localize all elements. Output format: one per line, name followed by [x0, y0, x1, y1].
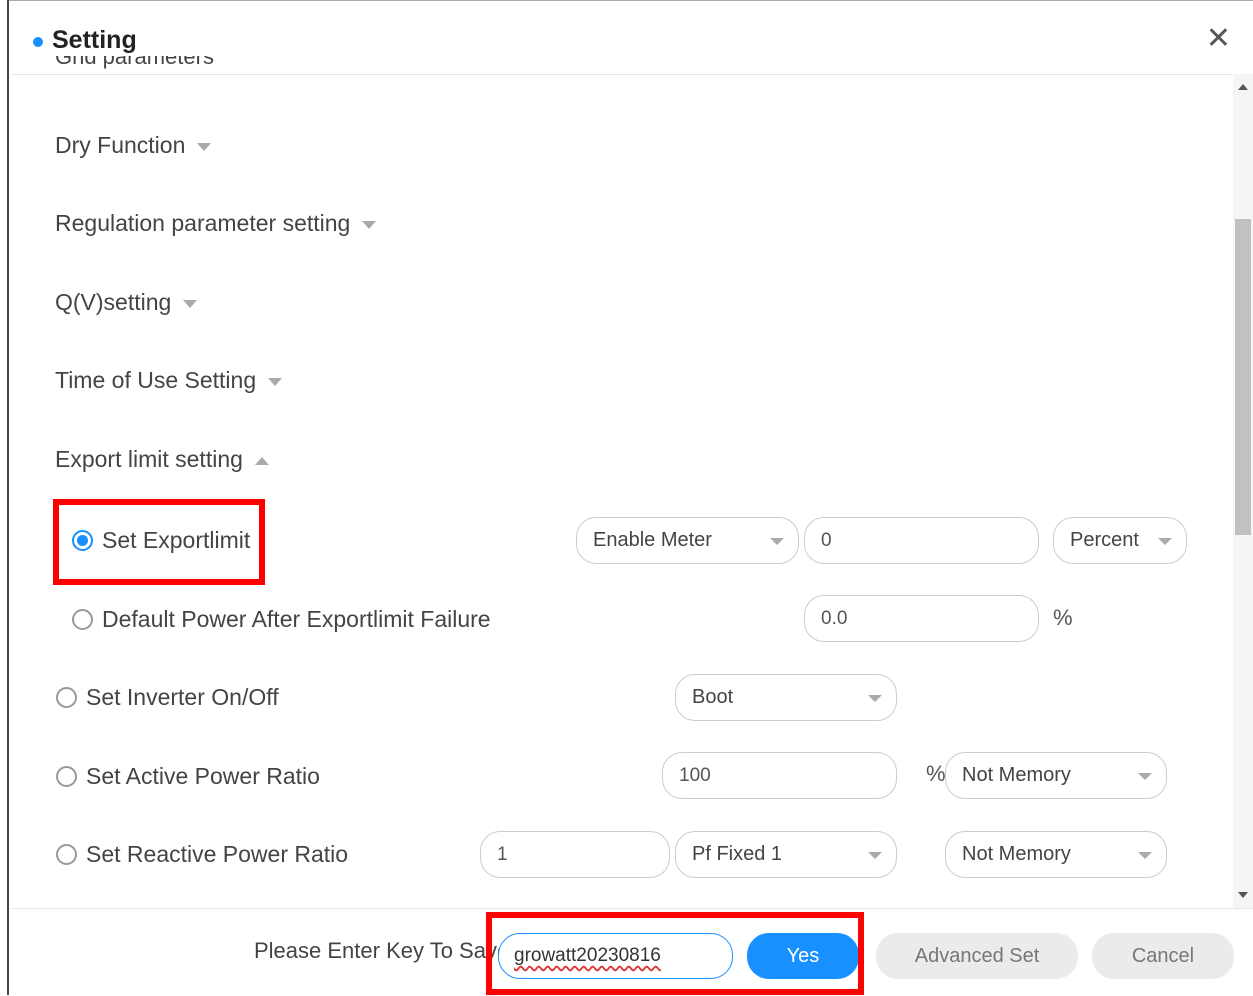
radio-label: Set Inverter On/Off	[86, 684, 279, 710]
cancel-button[interactable]: Cancel	[1092, 933, 1234, 979]
radio-label: Set Active Power Ratio	[86, 763, 320, 789]
chevron-down-icon	[770, 537, 784, 545]
radio-label: Set Reactive Power Ratio	[86, 841, 349, 867]
chevron-down-icon	[1138, 772, 1152, 780]
scroll-down-icon[interactable]	[1238, 892, 1248, 898]
section-label: Time of Use Setting	[55, 367, 257, 393]
meter-select[interactable]: Enable Meter	[576, 517, 799, 564]
section-dry-function[interactable]: Dry Function	[55, 132, 212, 159]
radio-set-exportlimit[interactable]: Set Exportlimit	[72, 527, 250, 554]
section-label: Export limit setting	[55, 446, 243, 472]
vertical-scrollbar[interactable]	[1233, 74, 1253, 908]
active-power-input[interactable]: 100	[662, 752, 897, 799]
section-regulation-parameter[interactable]: Regulation parameter setting	[55, 210, 377, 237]
percent-unit: %	[1053, 605, 1073, 630]
exportlimit-value: 0	[821, 529, 832, 551]
reactive-mode-select[interactable]: Pf Fixed 1	[675, 831, 897, 878]
dialog-title: Setting	[52, 26, 137, 54]
unit-select-value: Percent	[1070, 529, 1139, 551]
radio-button[interactable]	[56, 687, 77, 708]
advanced-set-button[interactable]: Advanced Set	[876, 933, 1078, 979]
reactive-mode-value: Pf Fixed 1	[692, 843, 783, 865]
radio-set-inverter[interactable]: Set Inverter On/Off	[56, 684, 279, 711]
radio-button[interactable]	[56, 844, 77, 865]
section-time-of-use[interactable]: Time of Use Setting	[55, 367, 283, 394]
yes-button[interactable]: Yes	[747, 933, 859, 979]
key-input-value: growatt20230816	[514, 945, 661, 966]
inverter-select-value: Boot	[692, 686, 734, 708]
radio-set-active-power[interactable]: Set Active Power Ratio	[56, 763, 320, 790]
scroll-up-icon[interactable]	[1238, 84, 1248, 90]
section-label: Q(V)setting	[55, 289, 172, 315]
radio-button[interactable]	[72, 530, 93, 551]
chevron-down-icon	[183, 299, 198, 308]
section-label: Regulation parameter setting	[55, 210, 351, 236]
active-power-value: 100	[679, 764, 711, 786]
radio-label: Set Exportlimit	[102, 527, 251, 553]
reactive-power-input[interactable]: 1	[480, 831, 670, 878]
chevron-down-icon	[362, 220, 377, 229]
active-memory-value: Not Memory	[962, 764, 1071, 786]
radio-button[interactable]	[56, 766, 77, 787]
reactive-memory-value: Not Memory	[962, 843, 1071, 865]
section-qv-setting[interactable]: Q(V)setting	[55, 289, 198, 316]
radio-default-power[interactable]: Default Power After Exportlimit Failure	[72, 606, 491, 633]
section-label: Dry Function	[55, 132, 186, 158]
close-icon[interactable]: ✕	[1206, 24, 1231, 54]
chevron-down-icon	[268, 377, 283, 386]
key-label: Please Enter Key To Save	[254, 938, 510, 963]
meter-select-value: Enable Meter	[593, 529, 712, 551]
unit-select[interactable]: Percent	[1053, 517, 1187, 564]
section-export-limit[interactable]: Export limit setting	[55, 446, 269, 473]
title-dot-icon	[33, 37, 43, 47]
chevron-down-icon	[868, 694, 882, 702]
radio-set-reactive-power[interactable]: Set Reactive Power Ratio	[56, 841, 348, 868]
chevron-down-icon	[1158, 537, 1172, 545]
radio-button[interactable]	[72, 609, 93, 630]
default-power-value: 0.0	[821, 607, 848, 629]
chevron-down-icon	[1138, 851, 1152, 859]
default-power-input[interactable]: 0.0	[804, 595, 1039, 642]
exportlimit-value-input[interactable]: 0	[804, 517, 1039, 564]
radio-label: Default Power After Exportlimit Failure	[102, 606, 491, 632]
section-grid-parameters[interactable]: Grid parameters	[55, 56, 214, 77]
window-left-border	[0, 0, 9, 995]
reactive-power-value: 1	[497, 843, 508, 865]
inverter-select[interactable]: Boot	[675, 674, 897, 721]
active-memory-select[interactable]: Not Memory	[945, 752, 1167, 799]
window-top-border	[9, 0, 1253, 6]
percent-unit: %	[926, 761, 946, 786]
key-input[interactable]: growatt20230816	[498, 933, 733, 979]
chevron-down-icon	[868, 851, 882, 859]
dialog-footer: Please Enter Key To Save growatt20230816…	[11, 908, 1253, 996]
chevron-down-icon	[197, 142, 212, 151]
scrollbar-thumb[interactable]	[1235, 219, 1251, 535]
chevron-up-icon	[254, 456, 269, 465]
reactive-memory-select[interactable]: Not Memory	[945, 831, 1167, 878]
